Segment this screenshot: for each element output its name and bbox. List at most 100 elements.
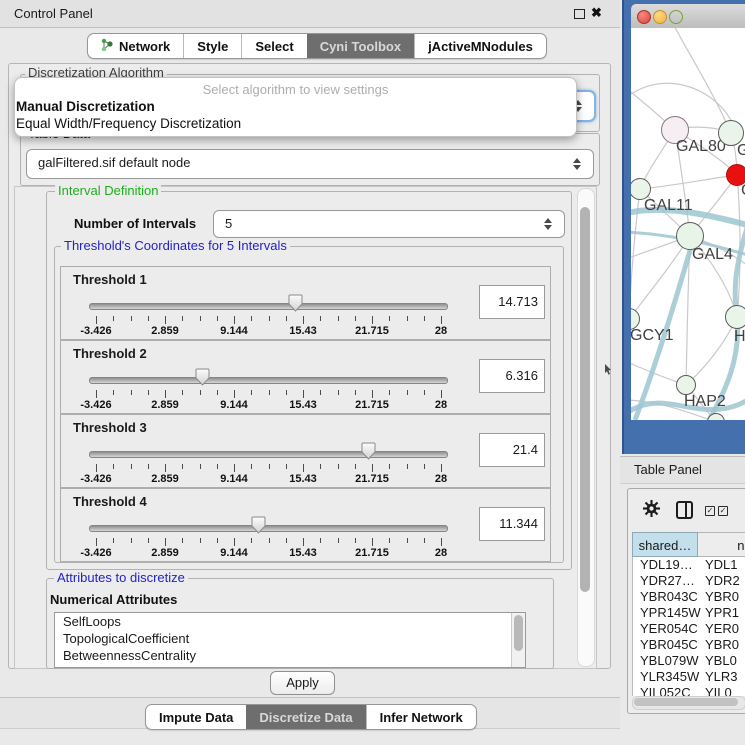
slider-tick [320,316,321,321]
tab-impute-data[interactable]: Impute Data [146,705,246,729]
table-cell[interactable]: YBR0 [705,637,739,653]
slider-tick [113,390,114,395]
table-cell[interactable]: YDL19… [640,557,693,573]
tab-jactivemnodules[interactable]: jActiveMNodules [414,34,546,58]
slider-tick [113,464,114,469]
slider-tick [113,316,114,321]
slider-tick [131,316,132,321]
column-header-name[interactable]: na [698,532,745,557]
slider-track[interactable] [89,451,448,458]
slider-tick [234,538,235,546]
table-cell[interactable]: YLR345W [640,669,699,685]
numerical-attributes-list[interactable]: SelfLoopsTopologicalCoefficientBetweenne… [54,612,526,668]
threshold-value-field[interactable]: 14.713 [479,285,545,319]
slider-tick [407,538,408,543]
threshold-value-field[interactable]: 6.316 [479,359,545,393]
attribute-list-item[interactable]: BetweennessCentrality [55,647,525,664]
table-cell[interactable]: YPR145W [640,605,701,621]
attribute-list-item[interactable]: SelfLoops [55,613,525,630]
network-node[interactable] [676,375,696,395]
minimize-traffic-light-icon[interactable] [653,10,667,24]
network-canvas[interactable]: GAL80GACGAL11GAL4GCY1HHAP2 [631,28,745,420]
attribute-list-item[interactable]: TopologicalCoefficient [55,630,525,647]
top-tab-bar: Network Style SelectCyni ToolboxjActiveMNo… [87,33,547,59]
scrollbar-thumb[interactable] [634,698,738,706]
tick-label: 28 [416,473,466,485]
tick-label: -3.426 [71,473,121,485]
close-icon[interactable]: ✖ [591,5,602,21]
slider-tick [182,316,183,321]
table-panel-title: Table Panel [634,462,702,477]
network-node-label: H [734,328,745,346]
slider-tick [424,538,425,543]
tick-label: 9.144 [209,325,259,337]
number-of-intervals-combobox[interactable]: 5 [213,210,565,238]
checkbox-icon[interactable]: ✓ [718,506,728,516]
table-cell[interactable]: YER054C [640,621,698,637]
tab-label: Network [119,39,170,54]
table-cell[interactable]: YLR3 [705,669,738,685]
popup-option[interactable]: Manual Discretization [16,99,155,114]
slider-track[interactable] [89,525,448,532]
tab-label: Discretize Data [259,710,352,725]
slider-tick [217,316,218,321]
table-cell[interactable]: YDR2 [705,573,740,589]
zoom-traffic-light-icon[interactable] [669,10,683,24]
threshold-panel: Threshold 3-3.4262.8599.14415.4321.71528… [60,414,551,488]
tab-select[interactable]: Select [241,34,306,58]
table-cell[interactable]: YDL1 [705,557,738,573]
slider-tick [234,316,235,324]
table-cell[interactable]: YDR27… [640,573,695,589]
panel-scrollbar[interactable] [577,188,595,667]
popup-option[interactable]: Equal Width/Frequency Discretization [16,116,241,131]
slider-tick [269,538,270,543]
gear-icon[interactable] [643,500,660,522]
network-node[interactable] [725,305,745,329]
slider-thumb[interactable] [251,516,266,534]
network-node-label: GA [737,142,745,160]
tab-discretize-data[interactable]: Discretize Data [246,705,365,729]
float-window-icon[interactable] [574,9,585,19]
thresholds-group-title: Threshold's Coordinates for 5 Intervals [61,239,290,252]
table-cell[interactable]: YBL0 [705,653,737,669]
slider-thumb[interactable] [288,294,303,312]
slider-tick [286,316,287,321]
slider-tick [96,316,97,324]
checkbox-icon[interactable]: ✓ [705,506,715,516]
attributes-scrollbar[interactable] [511,613,525,667]
close-traffic-light-icon[interactable] [637,10,651,24]
network-node-label: GAL4 [692,246,733,264]
table-cell[interactable]: YBR045C [640,637,698,653]
scrollbar-thumb[interactable] [580,207,590,592]
slider-tick [372,464,373,472]
table-data-combobox[interactable]: galFiltered.sif default node [26,149,594,179]
column-layout-icon[interactable] [676,501,693,519]
table-cell[interactable]: YER0 [705,621,739,637]
table-cell[interactable]: YBR043C [640,589,698,605]
column-header-shared[interactable]: shared… [632,532,698,557]
tab-label: Impute Data [159,710,233,725]
slider-track[interactable] [89,377,448,384]
slider-thumb[interactable] [195,368,210,386]
table-horizontal-scrollbar[interactable] [632,696,745,710]
tab-style[interactable]: Style [183,34,241,58]
slider-track[interactable] [89,303,448,310]
slider-tick [148,316,149,321]
tab-network[interactable]: Network [88,34,183,58]
scrollbar-thumb[interactable] [514,615,523,651]
table-cell[interactable]: YBR0 [705,589,739,605]
apply-button[interactable]: Apply [270,671,335,695]
threshold-value-field[interactable]: 11.344 [479,507,545,541]
slider-tick [441,390,442,398]
tab-cyni-toolbox[interactable]: Cyni Toolbox [307,34,414,58]
screen: Control Panel ✖ Network Style SelectCyni T… [0,0,745,745]
tab-label: Style [197,39,228,54]
threshold-value-field[interactable]: 21.4 [479,433,545,467]
control-panel-title: Control Panel [14,6,93,21]
slider-tick [286,390,287,395]
tab-infer-network[interactable]: Infer Network [366,705,476,729]
network-node-label: C [741,182,745,200]
table-cell[interactable]: YPR1 [705,605,739,621]
slider-thumb[interactable] [361,442,376,460]
table-cell[interactable]: YBL079W [640,653,699,669]
